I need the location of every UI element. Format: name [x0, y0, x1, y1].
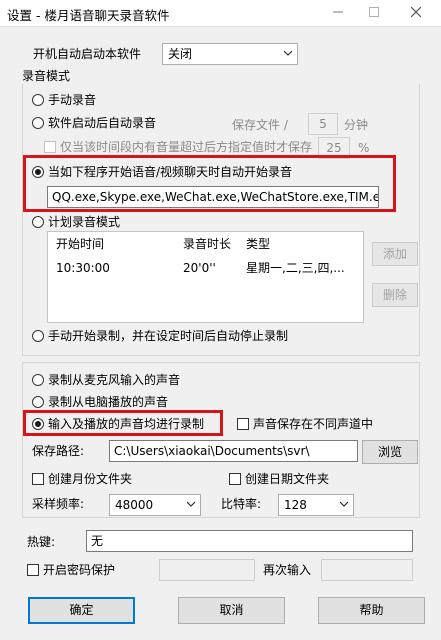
month-folder-checkbox[interactable]: [32, 473, 44, 485]
auto-on-program-label: 当如下程序开始语音/视频聊天时自动开始录音: [48, 165, 293, 179]
sample-rate-label: 采样频率:: [32, 497, 85, 511]
row-type: 星期一,二,三,四,...: [246, 261, 345, 275]
table-row[interactable]: 10:30:00 20'0'' 星期一,二,三,四,...: [48, 259, 363, 277]
bitrate-label: 比特率:: [221, 497, 262, 511]
startup-label: 开机自动启动本软件: [33, 47, 142, 61]
close-icon: [410, 6, 422, 18]
program-list-input[interactable]: QQ.exe,Skype.exe,WeChat.exe,WeChatStore.…: [47, 186, 379, 208]
record-mic-label: 录制从麦克风输入的声音: [48, 373, 181, 387]
close-button[interactable]: [398, 0, 434, 26]
row-start-time: 10:30:00: [56, 261, 110, 275]
radio-auto-on-program[interactable]: [32, 166, 44, 178]
startup-select-value: 关闭: [168, 47, 193, 61]
separate-channels-checkbox[interactable]: [237, 418, 249, 430]
maximize-icon: [369, 7, 379, 17]
password-checkbox[interactable]: [27, 564, 39, 576]
save-file-minutes-input[interactable]: 5: [308, 113, 338, 135]
radio-schedule[interactable]: [32, 216, 44, 228]
password-repeat-input[interactable]: [321, 559, 413, 581]
save-path-input[interactable]: C:\Users\xiaokai\Documents\svr\: [109, 440, 358, 462]
bitrate-value: 128: [284, 498, 307, 512]
row-duration: 20'0'': [183, 261, 216, 275]
column-header-start[interactable]: 开始时间: [56, 235, 104, 253]
save-path-label: 保存路径:: [32, 444, 85, 458]
title-bar: 设置 - 楼月语音聊天录音软件: [0, 0, 441, 26]
minimize-button[interactable]: [320, 0, 356, 26]
column-header-type[interactable]: 类型: [246, 235, 270, 253]
delete-schedule-button[interactable]: 删除: [372, 283, 418, 307]
radio-record-speaker[interactable]: [32, 396, 44, 408]
schedule-label: 计划录音模式: [48, 215, 121, 229]
manual-record-label: 手动录音: [48, 93, 97, 107]
record-mode-group-label: 录音模式: [22, 69, 71, 83]
sample-rate-value: 48000: [115, 498, 154, 512]
ok-button[interactable]: 确定: [28, 597, 135, 624]
percent-label: %: [358, 141, 370, 155]
bitrate-select[interactable]: 128: [278, 494, 354, 516]
schedule-table-header: 开始时间 录音时长 类型: [48, 235, 363, 253]
threshold-label: 仅当该时间段内有音量超过后方指定值时才保存: [60, 140, 312, 154]
radio-manual-start-auto-stop[interactable]: [32, 330, 44, 342]
password-repeat-label: 再次输入: [263, 563, 312, 577]
auto-after-start-label: 软件启动后自动录音: [48, 116, 157, 130]
threshold-checkbox[interactable]: [44, 141, 56, 153]
month-folder-label: 创建月份文件夹: [48, 472, 133, 486]
browse-button[interactable]: 浏览: [362, 440, 418, 464]
schedule-table[interactable]: 开始时间 录音时长 类型 10:30:00 20'0'' 星期一,二,三,四,.…: [47, 231, 364, 323]
sample-rate-select[interactable]: 48000: [109, 494, 201, 516]
minimize-icon: [333, 11, 343, 13]
maximize-button[interactable]: [356, 0, 392, 26]
help-button[interactable]: 帮助: [318, 597, 425, 624]
password-input[interactable]: [159, 559, 255, 581]
window-title: 设置 - 楼月语音聊天录音软件: [7, 8, 170, 23]
chevron-down-icon: [340, 501, 348, 507]
radio-auto-after-start[interactable]: [32, 117, 44, 129]
date-folder-label: 创建日期文件夹: [245, 472, 330, 486]
minutes-label: 分钟: [344, 118, 369, 132]
password-enable-label: 开启密码保护: [43, 563, 116, 577]
chevron-down-icon: [187, 501, 195, 507]
cancel-button[interactable]: 取消: [178, 597, 285, 624]
column-header-duration[interactable]: 录音时长: [183, 235, 231, 253]
chevron-down-icon: [284, 50, 292, 56]
record-speaker-label: 录制从电脑播放的声音: [48, 395, 169, 409]
manual-start-auto-stop-label: 手动开始录制，并在设定时间后自动停止录制: [48, 329, 289, 343]
radio-record-both[interactable]: [32, 418, 44, 430]
date-folder-checkbox[interactable]: [229, 473, 241, 485]
startup-select[interactable]: 关闭: [162, 43, 298, 65]
radio-record-mic[interactable]: [32, 374, 44, 386]
hotkey-input[interactable]: 无: [86, 530, 413, 552]
separate-channels-label: 声音保存在不同声道中: [253, 417, 374, 431]
add-schedule-button[interactable]: 添加: [372, 242, 418, 266]
radio-manual-record[interactable]: [32, 94, 44, 106]
record-both-label: 输入及播放的声音均进行录制: [48, 417, 205, 431]
hotkey-label: 热键:: [27, 535, 56, 549]
save-file-label: 保存文件 /: [232, 118, 288, 132]
